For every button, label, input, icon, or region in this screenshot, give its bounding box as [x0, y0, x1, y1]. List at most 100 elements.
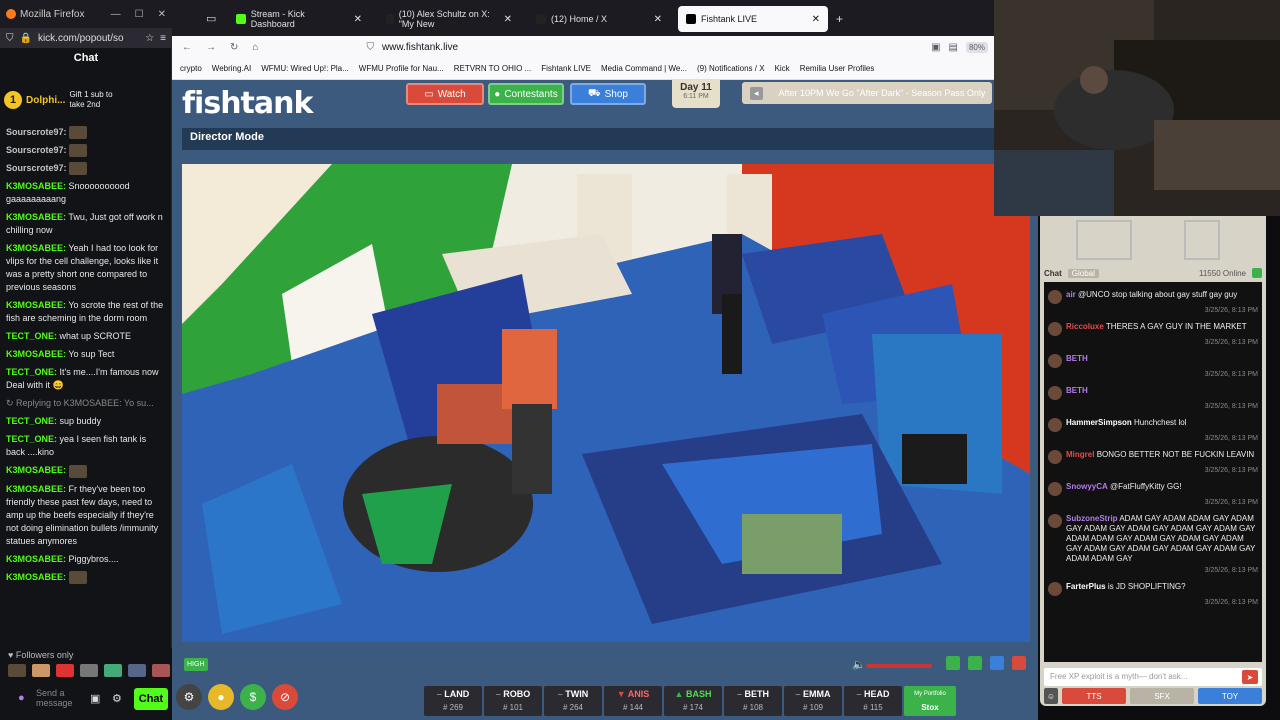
chat-username[interactable]: K3MOSABEE:: [6, 181, 66, 191]
chat-username[interactable]: K3MOSABEE:: [6, 554, 66, 564]
global-tab[interactable]: Global: [1067, 268, 1099, 278]
avatar[interactable]: [1048, 450, 1062, 464]
right-chat-message[interactable]: Mingrel BONGO BETTER NOT BE FUCKIN LEAVI…: [1048, 450, 1258, 476]
new-tab-icon[interactable]: +: [836, 12, 843, 26]
minimize-icon[interactable]: —: [111, 9, 121, 20]
url-text[interactable]: www.fishtank.live: [382, 42, 458, 53]
tab-close-icon[interactable]: ✕: [654, 14, 662, 25]
chat-tab[interactable]: Chat: [1044, 269, 1062, 278]
portfolio-button[interactable]: My Portfolio Stox: [904, 686, 956, 716]
back-icon[interactable]: ←: [182, 42, 192, 53]
emote-icon[interactable]: [128, 664, 146, 677]
chat-message[interactable]: Sourscrote97:: [6, 126, 166, 140]
bookmark-item[interactable]: Webring.AI: [212, 64, 251, 73]
bookmark-item[interactable]: crypto: [180, 64, 202, 73]
avatar[interactable]: [1048, 386, 1062, 400]
chat-username[interactable]: Sourscrote97:: [6, 127, 67, 137]
chat-send-button[interactable]: Chat: [134, 688, 168, 710]
tab-close-icon[interactable]: ✕: [812, 14, 820, 25]
bookmark-item[interactable]: Fishtank LIVE: [541, 64, 591, 73]
users-icon[interactable]: [1252, 268, 1262, 278]
chat-message[interactable]: TECT_ONE: what up SCROTE: [6, 330, 166, 343]
right-chat-message[interactable]: SnowyyCA @FatFluffyKitty GG! 3/25/26, 8:1…: [1048, 482, 1258, 508]
settings-icon[interactable]: ⚙: [112, 692, 122, 705]
bookmark-item[interactable]: (9) Notifications / X: [697, 64, 765, 73]
right-chat-username[interactable]: BETH: [1066, 386, 1088, 395]
avatar[interactable]: [1048, 482, 1062, 496]
right-chat-message[interactable]: Riccoluxe THERES A GAY GUY IN THE MARKET…: [1048, 322, 1258, 348]
fishtank-logo[interactable]: fishtank: [182, 86, 313, 121]
chat-username[interactable]: K3MOSABEE:: [6, 349, 66, 359]
left-url-bar[interactable]: ⛉ 🔒 kick.com/popout/so ☆ ≡: [0, 28, 172, 48]
menu-icon[interactable]: ≡: [160, 33, 166, 44]
contestant-tab[interactable]: – ROBO # 101: [484, 686, 542, 716]
right-chat-username[interactable]: HammerSimpson: [1066, 418, 1132, 427]
toy-button[interactable]: TOY: [1198, 688, 1262, 704]
send-icon[interactable]: ➤: [1242, 670, 1258, 684]
chat-username[interactable]: K3MOSABEE:: [6, 212, 66, 222]
panel-slot[interactable]: [1076, 220, 1132, 260]
chat-username[interactable]: K3MOSABEE:: [6, 572, 66, 582]
contestant-tab[interactable]: – HEAD # 115: [844, 686, 902, 716]
bookmark-item[interactable]: RETVRN TO OHIO ...: [454, 64, 532, 73]
right-chat-username[interactable]: air: [1066, 290, 1076, 299]
chat-username[interactable]: Sourscrote97:: [6, 163, 67, 173]
send-message-input[interactable]: Send a message: [36, 688, 86, 708]
chat-username[interactable]: K3MOSABEE:: [6, 300, 66, 310]
bookmark-item[interactable]: Remilia User Profiles: [800, 64, 875, 73]
home-icon[interactable]: ⌂: [252, 42, 258, 53]
shop-button[interactable]: ⛟ Shop: [570, 83, 646, 105]
chat-toggle-icon[interactable]: [946, 656, 960, 670]
right-chat-message[interactable]: SubzoneStrip ADAM GAY ADAM ADAM GAY ADAM…: [1048, 514, 1258, 576]
chat-username[interactable]: K3MOSABEE:: [6, 465, 66, 475]
layout-icon[interactable]: [968, 656, 982, 670]
bookmark-star-icon[interactable]: ☆: [145, 33, 154, 44]
chat-message[interactable]: TECT_ONE: It's me....I'm famous now Deal…: [6, 366, 166, 392]
tab-list-icon[interactable]: ▭: [206, 12, 216, 25]
contestant-tab[interactable]: – BETH # 108: [724, 686, 782, 716]
reader-icon[interactable]: ▤: [949, 42, 958, 53]
chat-message[interactable]: K3MOSABEE: Fr they've been too friendly …: [6, 483, 166, 548]
contestant-tab[interactable]: – LAND # 269: [424, 686, 482, 716]
chat-username[interactable]: TECT_ONE:: [6, 331, 57, 341]
chat-message[interactable]: K3MOSABEE: Yo scrote the rest of the fis…: [6, 299, 166, 325]
record-icon[interactable]: [1012, 656, 1026, 670]
sfx-button[interactable]: SFX: [1130, 688, 1194, 704]
panel-slot[interactable]: [1184, 220, 1220, 260]
gift-icon[interactable]: ▣: [90, 692, 100, 705]
right-chat-username[interactable]: Mingrel: [1066, 450, 1094, 459]
chat-message[interactable]: Sourscrote97:: [6, 162, 166, 176]
chat-message[interactable]: K3MOSABEE: Piggybros....: [6, 553, 166, 566]
chat-message[interactable]: TECT_ONE: sup buddy: [6, 415, 166, 428]
no-sign-icon[interactable]: ⊘: [272, 684, 298, 710]
emote-row[interactable]: [8, 664, 170, 677]
contestant-tab[interactable]: ▲ BASH # 174: [664, 686, 722, 716]
emote-icon[interactable]: [56, 664, 74, 677]
emote-icon[interactable]: [80, 664, 98, 677]
pinned-gift-bar[interactable]: 1 Dolphi... Gift 1 sub to take 2nd: [4, 80, 168, 120]
avatar[interactable]: [1048, 290, 1062, 304]
right-chat-username[interactable]: SnowyyCA: [1066, 482, 1108, 491]
emote-icon[interactable]: [104, 664, 122, 677]
right-chat-message[interactable]: BETH 3/25/26, 8:13 PM: [1048, 386, 1258, 412]
contestant-tab[interactable]: – TWIN # 264: [544, 686, 602, 716]
chat-message[interactable]: K3MOSABEE: Twu, Just got off work n chil…: [6, 211, 166, 237]
emote-icon[interactable]: [152, 664, 170, 677]
right-chat-message[interactable]: air @UNCO stop talking about gay stuff g…: [1048, 290, 1258, 316]
quality-badge[interactable]: HIGH: [184, 658, 208, 671]
fullscreen-icon[interactable]: [990, 656, 1004, 670]
chat-message[interactable]: ↻ Replying to K3MOSABEE: Yo su...: [6, 397, 166, 410]
right-chat-username[interactable]: BETH: [1066, 354, 1088, 363]
bookmark-item[interactable]: Media Command | We...: [601, 64, 687, 73]
cash-icon[interactable]: $: [240, 684, 266, 710]
forward-icon[interactable]: →: [206, 42, 216, 53]
tab-3[interactable]: Fishtank LIVE ✕: [678, 6, 828, 32]
contestants-button[interactable]: ● Contestants: [488, 83, 564, 105]
tab-1[interactable]: (10) Alex Schultz on X: "My New ✕: [378, 6, 520, 32]
avatar[interactable]: [1048, 514, 1062, 528]
chat-username[interactable]: TECT_ONE:: [6, 416, 57, 426]
bookmark-item[interactable]: WFMU: Wired Up!: Pla...: [261, 64, 349, 73]
chat-message[interactable]: K3MOSABEE: Yo sup Tect: [6, 348, 166, 361]
pinned-user[interactable]: Dolphi...: [26, 95, 65, 106]
right-chat-message[interactable]: BETH 3/25/26, 8:13 PM: [1048, 354, 1258, 380]
